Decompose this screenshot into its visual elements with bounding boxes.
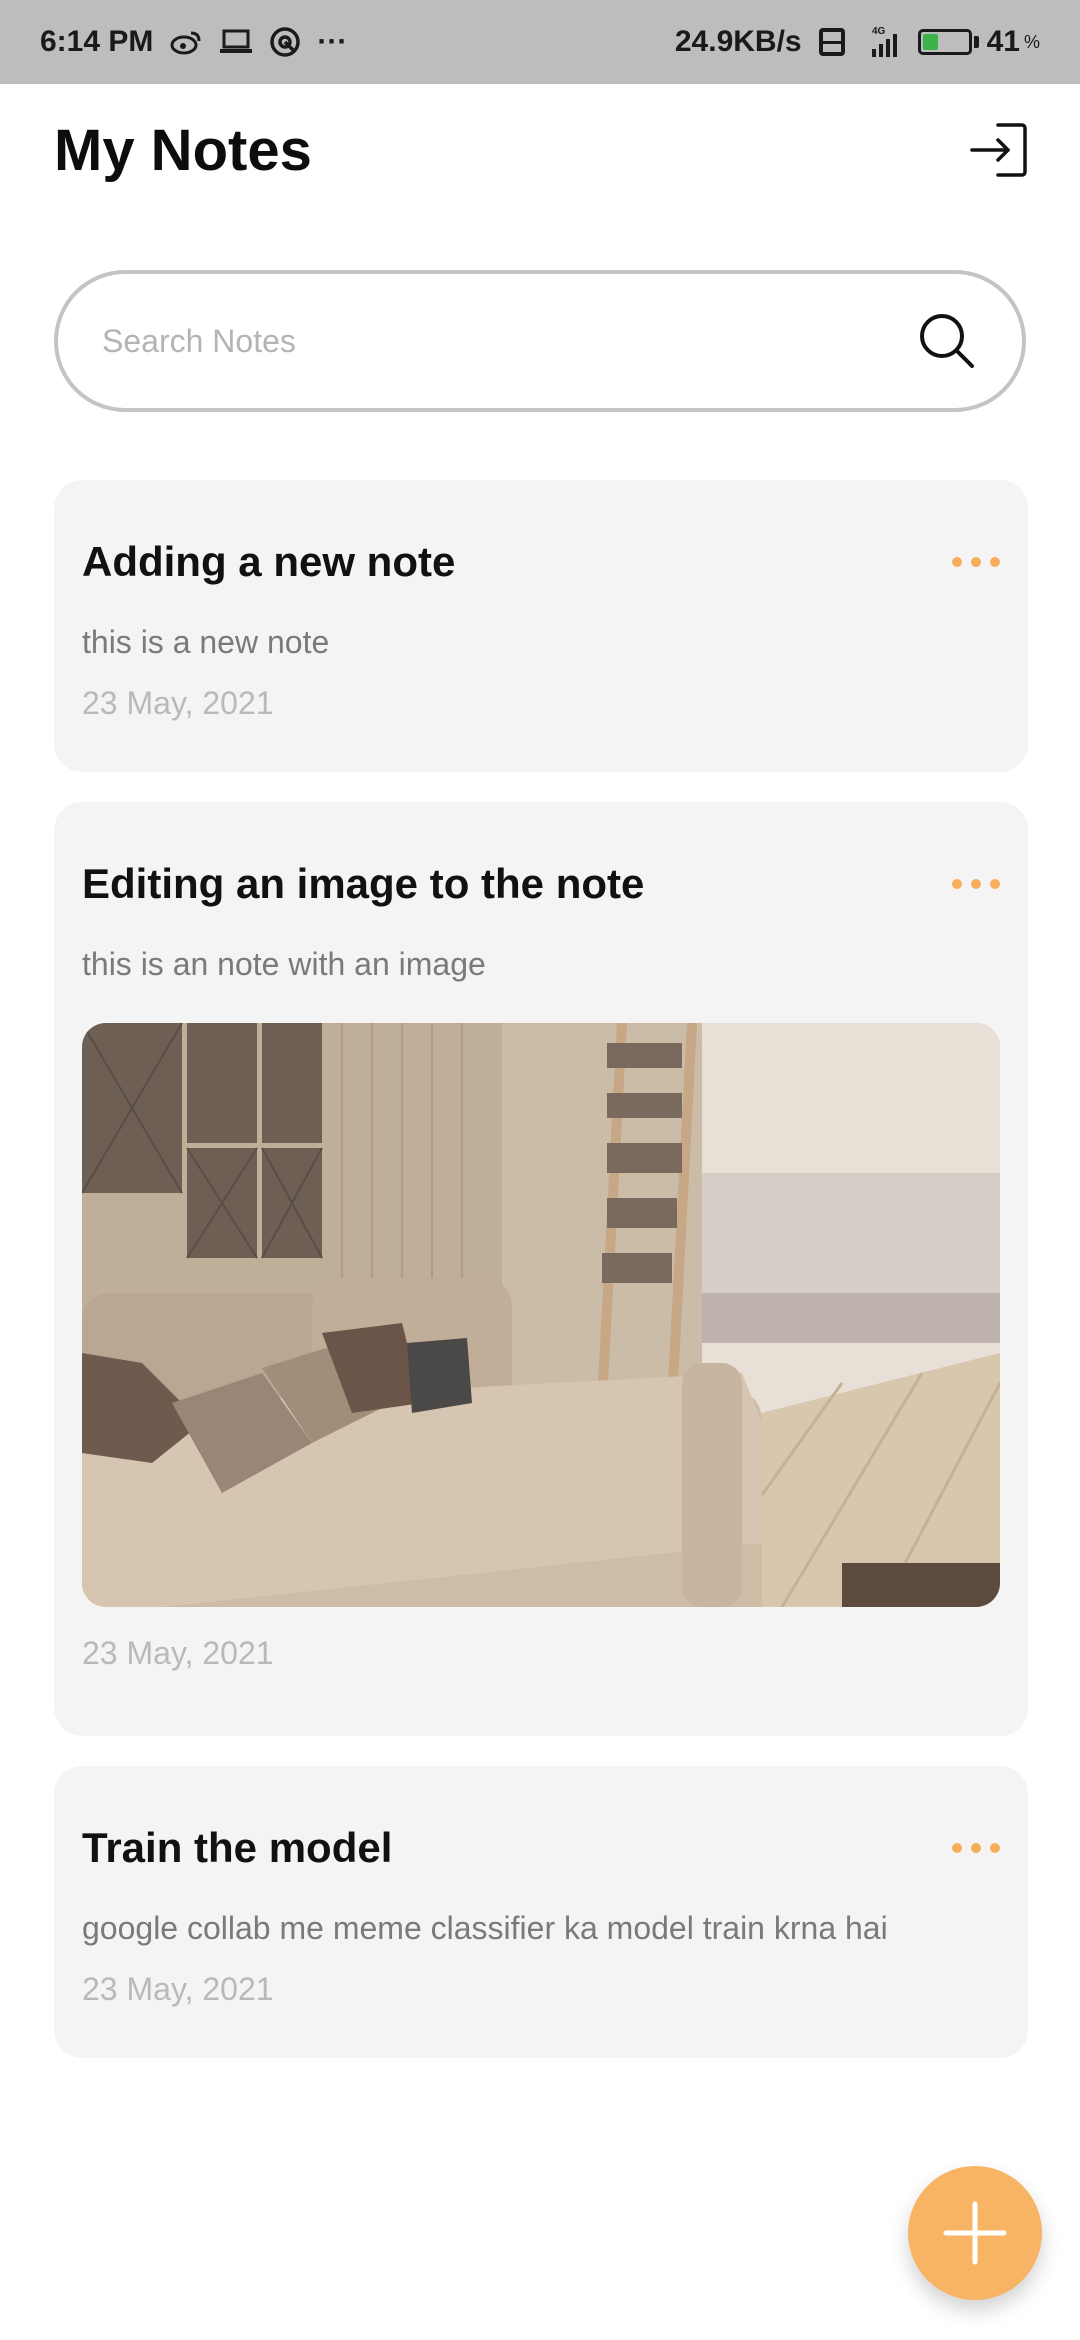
more-options-icon[interactable] — [952, 872, 1000, 896]
battery-icon — [917, 29, 972, 55]
status-bar-left: 6:14 PM ··· — [40, 25, 347, 59]
note-date: 23 May, 2021 — [82, 1971, 274, 2007]
note-card[interactable]: Editing an image to the note this is an … — [54, 802, 1028, 1736]
note-image[interactable] — [82, 1023, 1000, 1607]
signal-icon: 4G — [862, 25, 902, 59]
more-options-icon[interactable] — [952, 1836, 1000, 1860]
status-time: 6:14 PM — [40, 25, 154, 58]
status-bar-right: 24.9KB/s 4G 41 % — [675, 25, 1040, 59]
living-room-image — [82, 1023, 1000, 1607]
note-title: Adding a new note — [82, 538, 456, 585]
battery-tip — [973, 36, 979, 48]
logout-button[interactable] — [966, 118, 1030, 182]
network-type: 4G — [872, 26, 886, 37]
status-bar: 6:14 PM ··· 24.9KB/s 4G 41 % — [0, 0, 1080, 84]
note-date: 23 May, 2021 — [82, 1635, 274, 1671]
network-speed: 24.9KB/s — [674, 25, 802, 58]
battery-percent-sign: % — [1023, 31, 1040, 52]
search-icon — [920, 314, 974, 368]
volte-icon — [818, 27, 846, 57]
app-header: My Notes — [54, 110, 1030, 190]
app-notification-icon — [269, 26, 301, 58]
page-title: My Notes — [54, 117, 312, 183]
note-title-row: Adding a new note — [82, 538, 1000, 586]
note-body: google collab me meme classifier ka mode… — [82, 1910, 888, 1946]
note-title: Editing an image to the note — [82, 860, 645, 907]
battery-percentage: 41 — [986, 25, 1020, 58]
note-body: this is an note with an image — [82, 946, 486, 982]
more-options-icon[interactable] — [952, 550, 1000, 574]
laptop-icon — [219, 28, 253, 56]
note-card[interactable]: Adding a new note this is a new note 23 … — [54, 480, 1028, 772]
note-date: 23 May, 2021 — [82, 685, 274, 721]
note-body: this is a new note — [82, 624, 330, 660]
note-title-row: Editing an image to the note — [82, 860, 1000, 908]
search-button[interactable] — [916, 310, 978, 372]
search-input[interactable] — [102, 322, 882, 360]
note-card[interactable]: Train the model google collab me meme cl… — [54, 1766, 1028, 2058]
note-title-row: Train the model — [82, 1824, 1000, 1872]
plus-icon — [943, 2201, 1007, 2265]
battery-fill — [922, 34, 939, 50]
weibo-notification-icon — [169, 27, 203, 57]
add-note-button[interactable] — [908, 2166, 1042, 2300]
search-bar — [54, 270, 1026, 412]
more-notifications-icon: ··· — [317, 25, 348, 58]
note-title: Train the model — [82, 1824, 393, 1871]
battery-indicator: 41 % — [917, 25, 1040, 59]
logout-icon — [970, 123, 1027, 177]
